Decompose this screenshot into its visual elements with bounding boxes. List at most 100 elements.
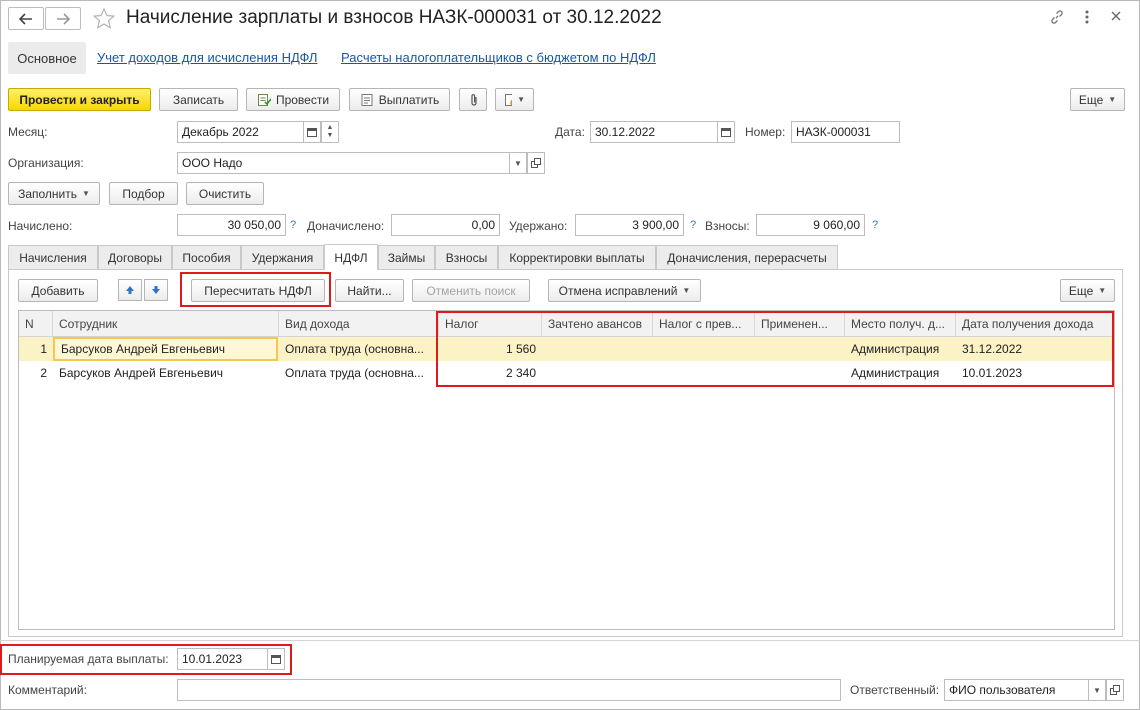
cell-income-date[interactable]: 31.12.2022 xyxy=(956,337,1114,361)
number-field[interactable]: НАЗК-000031 xyxy=(791,121,900,143)
column-header-tax[interactable]: Налог xyxy=(439,311,542,337)
cell-income-date[interactable]: 10.01.2023 xyxy=(956,361,1114,385)
tab-benefits[interactable]: Пособия xyxy=(172,245,241,269)
link-ndfl-settlements[interactable]: Расчеты налогоплательщиков с бюджетом по… xyxy=(341,50,656,65)
cell-applied[interactable] xyxy=(755,361,845,385)
cell-income-place[interactable]: Администрация xyxy=(845,361,956,385)
tab-contributions[interactable]: Взносы xyxy=(435,245,498,269)
tab-payment-corrections[interactable]: Корректировки выплаты xyxy=(498,245,656,269)
table-row[interactable]: 2 Барсуков Андрей Евгеньевич Оплата труд… xyxy=(19,361,1114,385)
fill-button[interactable]: Заполнить ▼ xyxy=(8,182,100,205)
more-button[interactable]: Еще ▼ xyxy=(1070,88,1125,111)
additional-label: Доначислено: xyxy=(307,219,385,233)
back-button[interactable] xyxy=(8,7,44,30)
cell-applied[interactable] xyxy=(755,337,845,361)
table-more-button[interactable]: Еще ▼ xyxy=(1060,279,1115,302)
column-header-advances-credited[interactable]: Зачтено авансов xyxy=(542,311,653,337)
caret-down-icon: ▼ xyxy=(1093,685,1101,695)
column-header-income-place[interactable]: Место получ. д... xyxy=(845,311,956,337)
cell-tax[interactable]: 1 560 xyxy=(439,337,542,361)
cell-advances-credited[interactable] xyxy=(542,337,653,361)
move-up-button[interactable] xyxy=(118,279,142,301)
pay-button[interactable]: Выплатить xyxy=(349,88,450,111)
tab-loans[interactable]: Займы xyxy=(378,245,435,269)
pay-document-icon xyxy=(361,93,373,106)
cell-income-type[interactable]: Оплата труда (основна... xyxy=(279,361,439,385)
calendar-icon xyxy=(271,655,281,664)
stepper-down-icon[interactable]: ▼ xyxy=(327,132,334,140)
cell-income-type[interactable]: Оплата труда (основна... xyxy=(279,337,439,361)
tab-deductions[interactable]: Удержания xyxy=(241,245,324,269)
column-header-tax-excess[interactable]: Налог с прев... xyxy=(653,311,755,337)
cell-tax-excess[interactable] xyxy=(653,361,755,385)
attach-button[interactable] xyxy=(459,88,487,111)
cancel-corrections-button[interactable]: Отмена исправлений ▼ xyxy=(548,279,701,302)
find-button[interactable]: Найти... xyxy=(335,279,404,302)
paperclip-icon xyxy=(471,93,477,106)
stepper-up-icon[interactable]: ▲ xyxy=(327,124,334,132)
comment-field[interactable] xyxy=(177,679,841,701)
calendar-icon xyxy=(721,128,731,137)
cell-income-place[interactable]: Администрация xyxy=(845,337,956,361)
cell-employee[interactable]: Барсуков Андрей Евгеньевич xyxy=(53,337,278,361)
forward-button[interactable] xyxy=(45,7,81,30)
column-header-income-date[interactable]: Дата получения дохода xyxy=(956,311,1114,337)
column-header-income-type[interactable]: Вид дохода xyxy=(279,311,439,337)
cell-advances-credited[interactable] xyxy=(542,361,653,385)
ndfl-table[interactable]: N Сотрудник Вид дохода Налог Зачтено ава… xyxy=(18,310,1115,630)
post-and-close-button[interactable]: Провести и закрыть xyxy=(8,88,151,111)
cell-tax[interactable]: 2 340 xyxy=(439,361,542,385)
post-button[interactable]: Провести xyxy=(246,88,340,111)
tab-main[interactable]: Основное xyxy=(8,42,86,74)
caret-down-icon: ▼ xyxy=(82,189,90,198)
tab-accruals[interactable]: Начисления xyxy=(8,245,98,269)
link-icon[interactable] xyxy=(1049,9,1065,28)
organization-label: Организация: xyxy=(8,156,84,170)
cell-tax-excess[interactable] xyxy=(653,337,755,361)
cell-n: 1 xyxy=(40,342,47,356)
responsible-dropdown-button[interactable]: ▼ xyxy=(1088,679,1106,701)
select-button[interactable]: Подбор xyxy=(109,182,178,205)
close-icon[interactable] xyxy=(1110,10,1122,25)
planned-date-field[interactable]: 10.01.2023 xyxy=(177,648,268,670)
open-window-icon xyxy=(1110,685,1120,695)
responsible-open-button[interactable] xyxy=(1106,679,1124,701)
print-menu-button[interactable]: ▼ xyxy=(495,88,534,111)
more-button-label: Еще xyxy=(1078,92,1104,107)
planned-date-calendar-button[interactable] xyxy=(267,648,285,670)
link-ndfl-income[interactable]: Учет доходов для исчисления НДФЛ xyxy=(97,50,317,65)
clear-button[interactable]: Очистить xyxy=(186,182,264,205)
organization-open-button[interactable] xyxy=(527,152,545,174)
withheld-help-icon[interactable]: ? xyxy=(690,219,696,231)
additional-field[interactable]: 0,00 xyxy=(391,214,500,236)
kebab-menu-icon[interactable] xyxy=(1083,9,1091,28)
save-button[interactable]: Записать xyxy=(159,88,238,111)
tab-contracts[interactable]: Договоры xyxy=(98,245,172,269)
month-stepper[interactable]: ▲ ▼ xyxy=(321,121,339,143)
favorite-star-icon[interactable] xyxy=(92,7,116,34)
accrued-field[interactable]: 30 050,00 xyxy=(177,214,286,236)
column-header-n[interactable]: N xyxy=(19,311,53,337)
date-calendar-button[interactable] xyxy=(717,121,735,143)
accrued-help-icon[interactable]: ? xyxy=(290,219,296,231)
responsible-field[interactable]: ФИО пользователя xyxy=(944,679,1089,701)
column-header-applied[interactable]: Применен... xyxy=(755,311,845,337)
month-calendar-button[interactable] xyxy=(303,121,321,143)
recalculate-ndfl-button[interactable]: Пересчитать НДФЛ xyxy=(191,279,325,302)
month-field[interactable]: Декабрь 2022 xyxy=(177,121,304,143)
table-row[interactable]: 1 Барсуков Андрей Евгеньевич Оплата труд… xyxy=(19,337,1114,361)
date-field[interactable]: 30.12.2022 xyxy=(590,121,718,143)
move-down-button[interactable] xyxy=(144,279,168,301)
column-header-employee[interactable]: Сотрудник xyxy=(53,311,279,337)
tab-ndfl[interactable]: НДФЛ xyxy=(324,244,378,270)
withheld-label: Удержано: xyxy=(509,219,568,233)
organization-field[interactable]: ООО Надо xyxy=(177,152,510,174)
organization-dropdown-button[interactable]: ▼ xyxy=(509,152,527,174)
cell-employee[interactable]: Барсуков Андрей Евгеньевич xyxy=(53,361,279,385)
contributions-help-icon[interactable]: ? xyxy=(872,219,878,231)
cancel-search-button[interactable]: Отменить поиск xyxy=(412,279,530,302)
withheld-field[interactable]: 3 900,00 xyxy=(575,214,684,236)
tab-recalculations[interactable]: Доначисления, перерасчеты xyxy=(656,245,838,269)
contributions-field[interactable]: 9 060,00 xyxy=(756,214,865,236)
add-button[interactable]: Добавить xyxy=(18,279,98,302)
